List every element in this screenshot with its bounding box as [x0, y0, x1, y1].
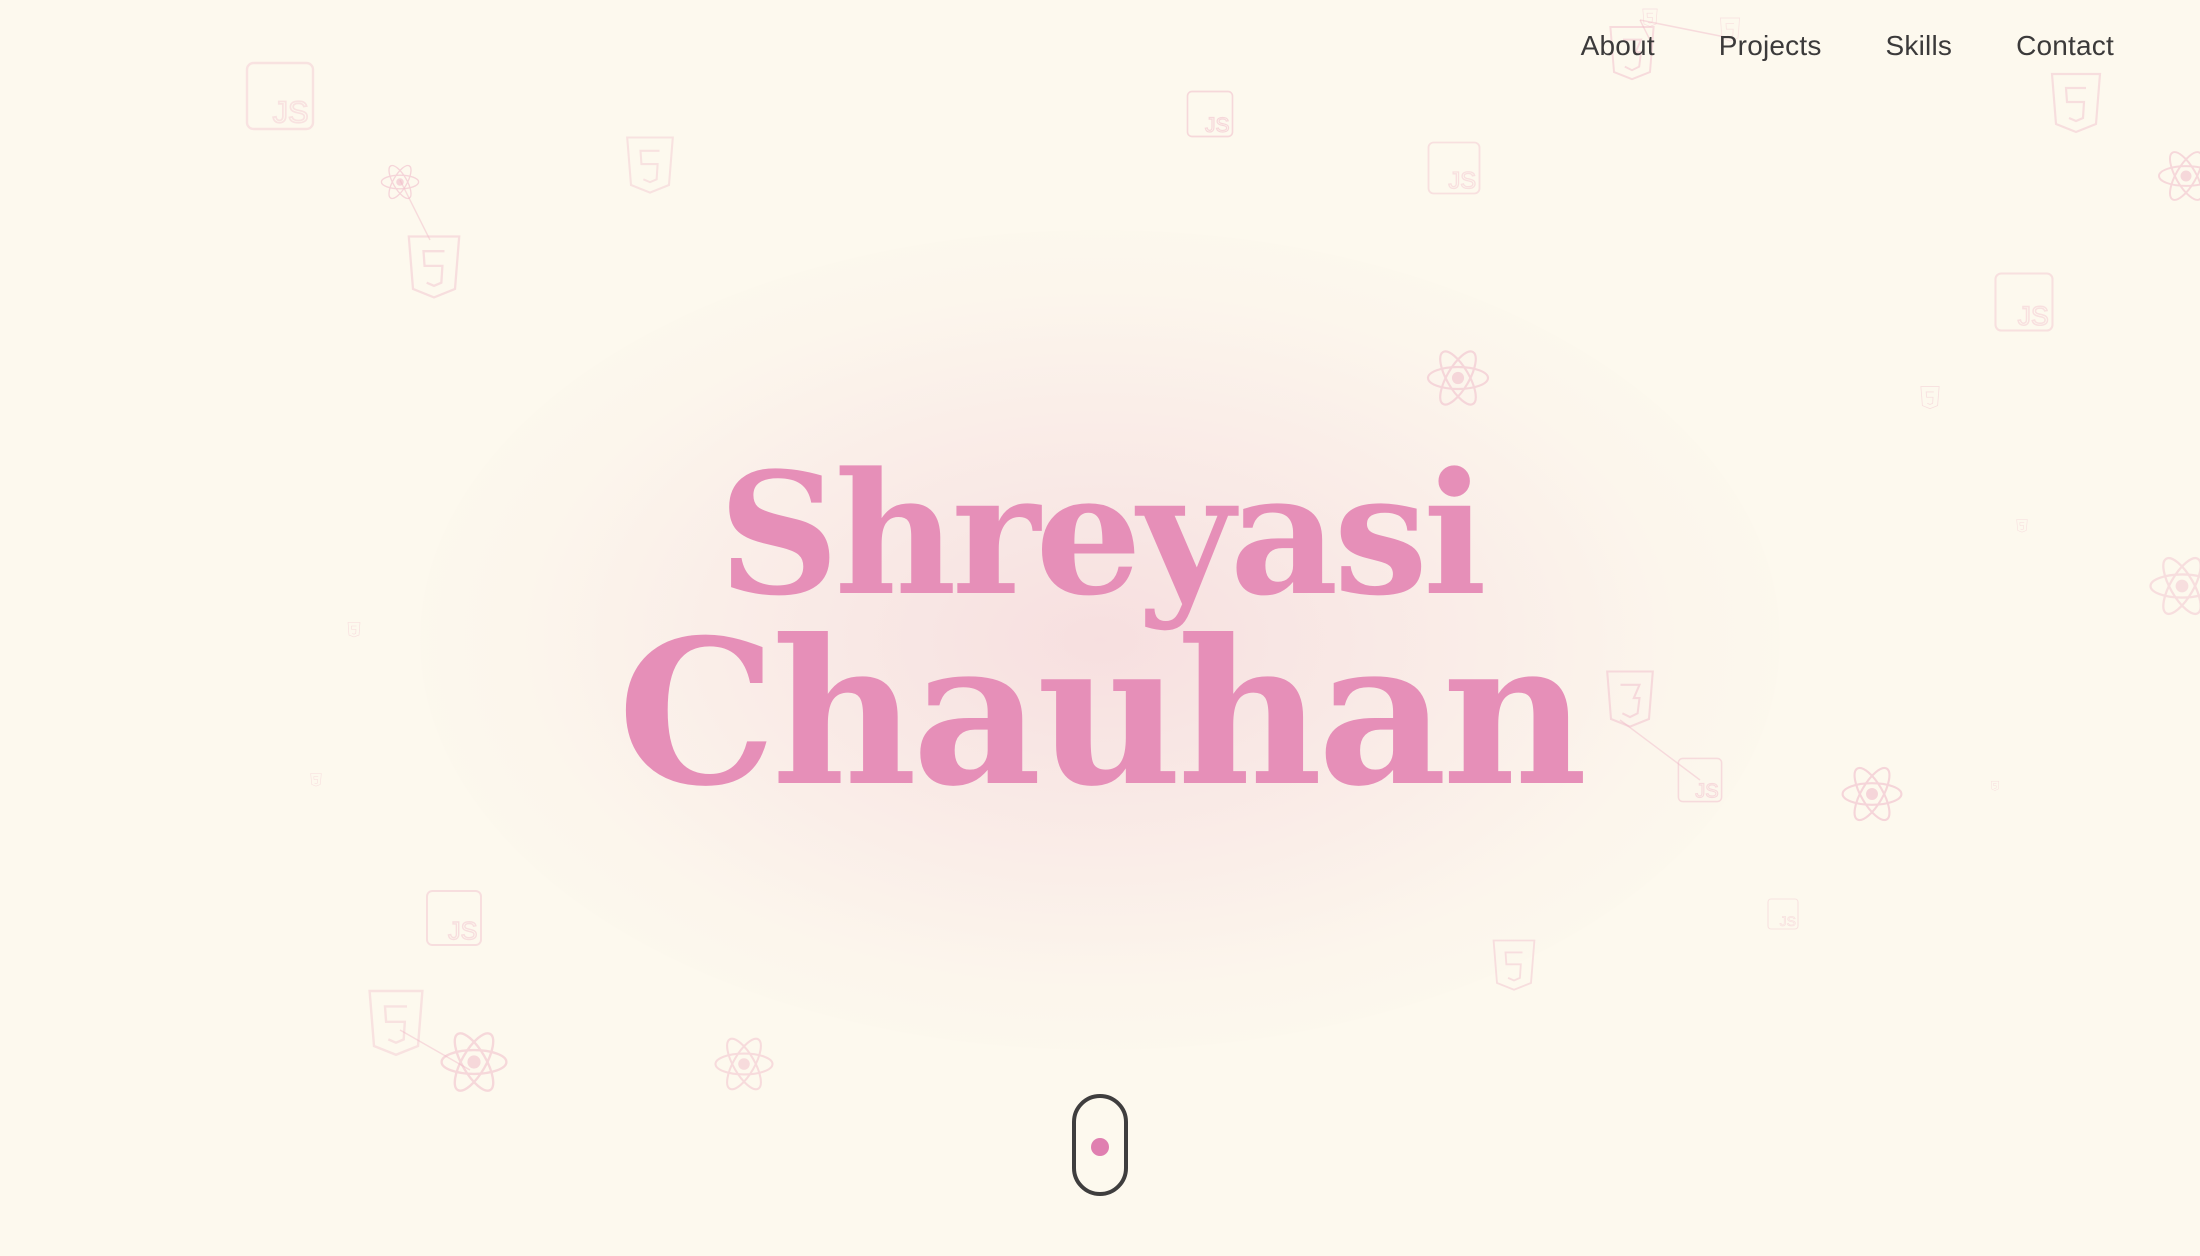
- js-icon: JS: [1994, 272, 2054, 332]
- nav-projects-link[interactable]: Projects: [1719, 26, 1822, 66]
- html5-icon: [368, 989, 424, 1057]
- nav-about-link[interactable]: About: [1581, 26, 1655, 66]
- scroll-dot: [1091, 1138, 1109, 1156]
- svg-text:JS: JS: [1780, 913, 1796, 929]
- top-navigation: About Projects Skills Contact: [1517, 26, 2114, 66]
- nav-skills-link[interactable]: Skills: [1886, 26, 1953, 66]
- svg-text:JS: JS: [1448, 167, 1476, 194]
- html5-icon: [626, 136, 674, 194]
- js-icon: JS: [1186, 90, 1234, 138]
- react-icon: [440, 1032, 508, 1092]
- svg-text:JS: JS: [1205, 114, 1230, 137]
- react-icon: [1426, 350, 1490, 406]
- html5-icon: [2050, 72, 2102, 134]
- react-icon: [2158, 151, 2200, 201]
- react-icon: [380, 164, 420, 200]
- hero-last-name: Chauhan: [617, 596, 1588, 831]
- nav-contact-link[interactable]: Contact: [2016, 26, 2114, 66]
- svg-text:JS: JS: [2018, 301, 2049, 331]
- js-icon: JS: [1427, 141, 1481, 195]
- svg-text:JS: JS: [273, 94, 309, 129]
- svg-text:JS: JS: [448, 918, 477, 946]
- js-icon: JS: [1767, 898, 1799, 930]
- html5-icon: [1920, 386, 1940, 410]
- js-icon: JS: [245, 61, 315, 130]
- html5-icon: [407, 235, 461, 299]
- html5-icon: [1642, 8, 1658, 27]
- html5-icon: [1492, 939, 1536, 991]
- js-icon: JS: [426, 890, 482, 946]
- hero-first-name: Shreyasi: [718, 435, 1487, 633]
- hero-title: Shreyasi Chauhan: [0, 450, 2200, 814]
- react-icon: [714, 1037, 774, 1091]
- scroll-mouse-icon[interactable]: [1072, 1094, 1128, 1196]
